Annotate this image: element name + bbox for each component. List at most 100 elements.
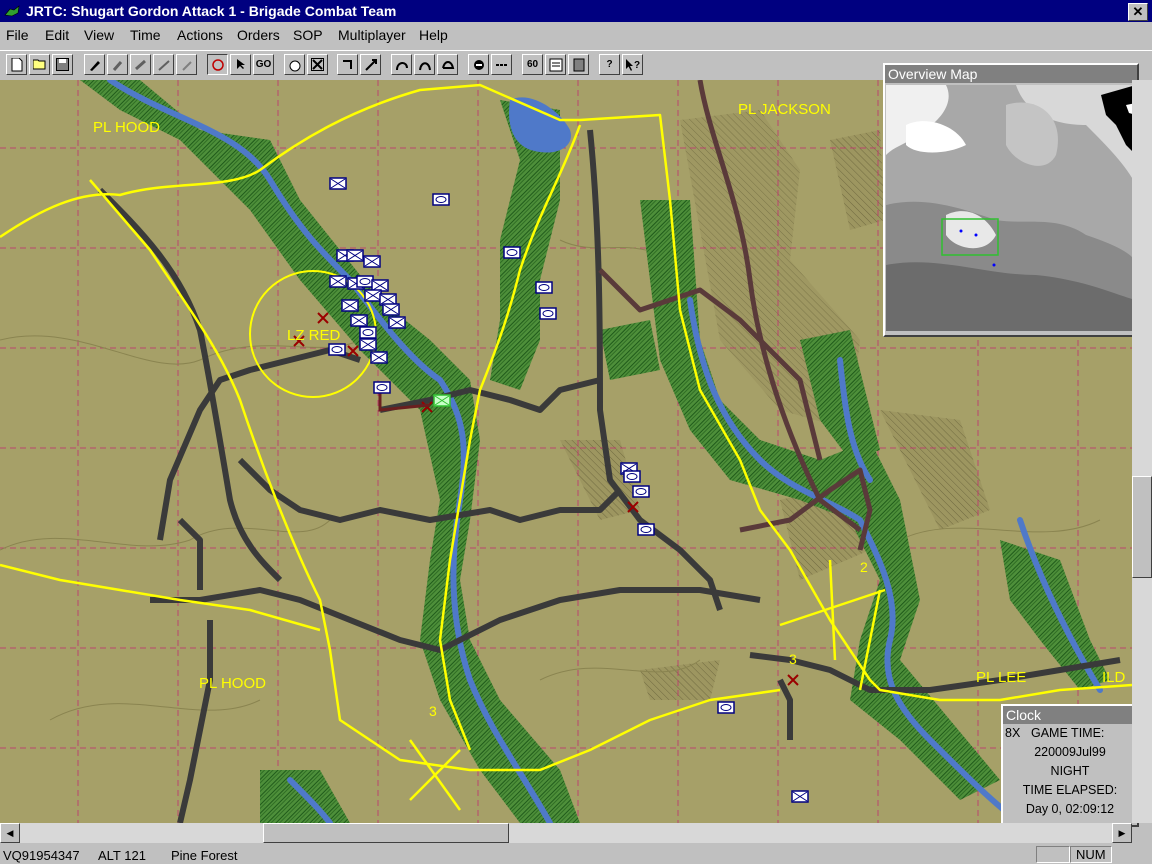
phase-line-label: PL LEE xyxy=(976,669,1027,686)
x-box-icon xyxy=(311,58,324,71)
tool-icon xyxy=(112,61,122,71)
overview-map-panel[interactable]: Overview Map xyxy=(883,63,1139,337)
title-bar: JRTC: Shugart Gordon Attack 1 - Brigade … xyxy=(0,0,1152,22)
horizontal-scrollbar[interactable]: ◀ ▶ xyxy=(0,823,1132,843)
order-button-7[interactable] xyxy=(491,54,512,75)
unit-icon[interactable] xyxy=(364,289,382,302)
scroll-right-button[interactable]: ▶ xyxy=(1112,823,1132,843)
open-folder-icon xyxy=(32,59,45,70)
unit-icon[interactable] xyxy=(328,343,346,356)
tool-button-4[interactable] xyxy=(153,54,174,75)
tool-button-5[interactable] xyxy=(176,54,197,75)
menu-sop[interactable]: SOP xyxy=(293,27,323,43)
unit-icon[interactable] xyxy=(791,790,809,803)
unit-icon[interactable] xyxy=(329,275,347,288)
disc-icon xyxy=(473,60,484,70)
tool-button-1[interactable] xyxy=(84,54,105,75)
report-button-2[interactable] xyxy=(545,54,566,75)
vertical-scrollbar[interactable] xyxy=(1132,80,1152,823)
timer-button[interactable] xyxy=(284,54,305,75)
time-elapsed-label: TIME ELAPSED: xyxy=(1022,783,1118,797)
menu-time[interactable]: Time xyxy=(130,27,161,43)
time-elapsed-value: Day 0, 02:09:12 xyxy=(1025,802,1115,816)
unit-icon[interactable] xyxy=(363,255,381,268)
objective-number: 3 xyxy=(429,703,437,719)
game-time-value: 220009Jul99 xyxy=(1034,745,1106,759)
scroll-left-button[interactable]: ◀ xyxy=(0,823,20,843)
order-button-6[interactable] xyxy=(468,54,489,75)
help-button[interactable]: ? xyxy=(599,54,620,75)
attack-order-icon xyxy=(364,59,377,71)
menu-actions[interactable]: Actions xyxy=(177,27,223,43)
select-unit-button[interactable] xyxy=(207,54,228,75)
clock-panel: Clock 8X GAME TIME: 220009Jul99 NIGHT TI… xyxy=(1001,704,1139,827)
unit-icon[interactable] xyxy=(359,338,377,351)
game-time-label: GAME TIME: xyxy=(1031,726,1105,740)
report-icon xyxy=(573,58,584,72)
landing-zone-label: LZ RED xyxy=(287,327,341,344)
tool-button-2[interactable] xyxy=(107,54,128,75)
move-order-icon xyxy=(342,60,352,69)
menu-file[interactable]: File xyxy=(6,27,29,43)
cancel-orders-button[interactable] xyxy=(307,54,328,75)
unit-icon[interactable] xyxy=(623,470,641,483)
save-button[interactable] xyxy=(52,54,73,75)
pointer-button[interactable] xyxy=(230,54,251,75)
unit-icon[interactable] xyxy=(539,307,557,320)
menu-multiplayer[interactable]: Multiplayer xyxy=(338,27,406,43)
open-file-button[interactable] xyxy=(29,54,50,75)
tool-button-3[interactable] xyxy=(130,54,151,75)
close-button[interactable]: ✕ xyxy=(1128,3,1148,21)
unit-icon[interactable] xyxy=(370,351,388,364)
pen-icon xyxy=(89,61,100,71)
clock-body: 8X GAME TIME: 220009Jul99 NIGHT TIME ELA… xyxy=(1003,724,1137,819)
menu-view[interactable]: View xyxy=(84,27,114,43)
context-help-button[interactable]: ? xyxy=(622,54,643,75)
menu-orders[interactable]: Orders xyxy=(237,27,280,43)
order-button-4[interactable] xyxy=(414,54,435,75)
unit-icon[interactable] xyxy=(341,299,359,312)
route-icon xyxy=(418,62,431,71)
report-60-button[interactable]: 60 xyxy=(522,54,543,75)
app-icon xyxy=(4,5,20,17)
menu-help[interactable]: Help xyxy=(419,27,448,43)
unit-icon[interactable] xyxy=(535,281,553,294)
order-button-5[interactable] xyxy=(437,54,458,75)
unit-select-icon xyxy=(211,59,224,71)
overview-map-canvas[interactable] xyxy=(886,85,1136,331)
pointer-icon xyxy=(236,59,245,69)
svg-text:?: ? xyxy=(634,60,640,71)
order-button-1[interactable] xyxy=(337,54,358,75)
unit-icon[interactable] xyxy=(373,381,391,394)
unit-icon[interactable] xyxy=(388,316,406,329)
forest-corridor xyxy=(600,320,660,380)
unit-icon[interactable] xyxy=(359,326,377,339)
unit-icon[interactable] xyxy=(346,249,364,262)
phase-line-label: PL HOOD xyxy=(93,119,160,136)
unit-icon[interactable] xyxy=(632,485,650,498)
vertical-scroll-thumb[interactable] xyxy=(1132,476,1152,578)
game-speed[interactable]: 8X xyxy=(1005,724,1020,743)
report-button-3[interactable] xyxy=(568,54,589,75)
go-button[interactable]: GO xyxy=(253,54,274,75)
unit-icon[interactable] xyxy=(382,303,400,316)
menu-edit[interactable]: Edit xyxy=(45,27,69,43)
unit-icon[interactable] xyxy=(432,193,450,206)
new-file-button[interactable] xyxy=(6,54,27,75)
clock-title: Clock xyxy=(1003,706,1137,724)
unit-icon-selected[interactable] xyxy=(433,394,451,407)
altitude-readout: ALT 121 xyxy=(98,848,146,863)
save-disk-icon xyxy=(56,58,69,71)
window-title: JRTC: Shugart Gordon Attack 1 - Brigade … xyxy=(26,3,397,19)
unit-icon[interactable] xyxy=(717,701,735,714)
objective-number: 3 xyxy=(789,651,797,667)
order-button-2[interactable] xyxy=(360,54,381,75)
unit-icon[interactable] xyxy=(350,314,368,327)
unit-icon[interactable] xyxy=(329,177,347,190)
unit-icon[interactable] xyxy=(356,275,374,288)
unit-icon[interactable] xyxy=(637,523,655,536)
order-button-3[interactable] xyxy=(391,54,412,75)
unit-icon[interactable] xyxy=(503,246,521,259)
horizontal-scroll-thumb[interactable] xyxy=(263,823,509,843)
forest-corridor xyxy=(80,80,580,823)
